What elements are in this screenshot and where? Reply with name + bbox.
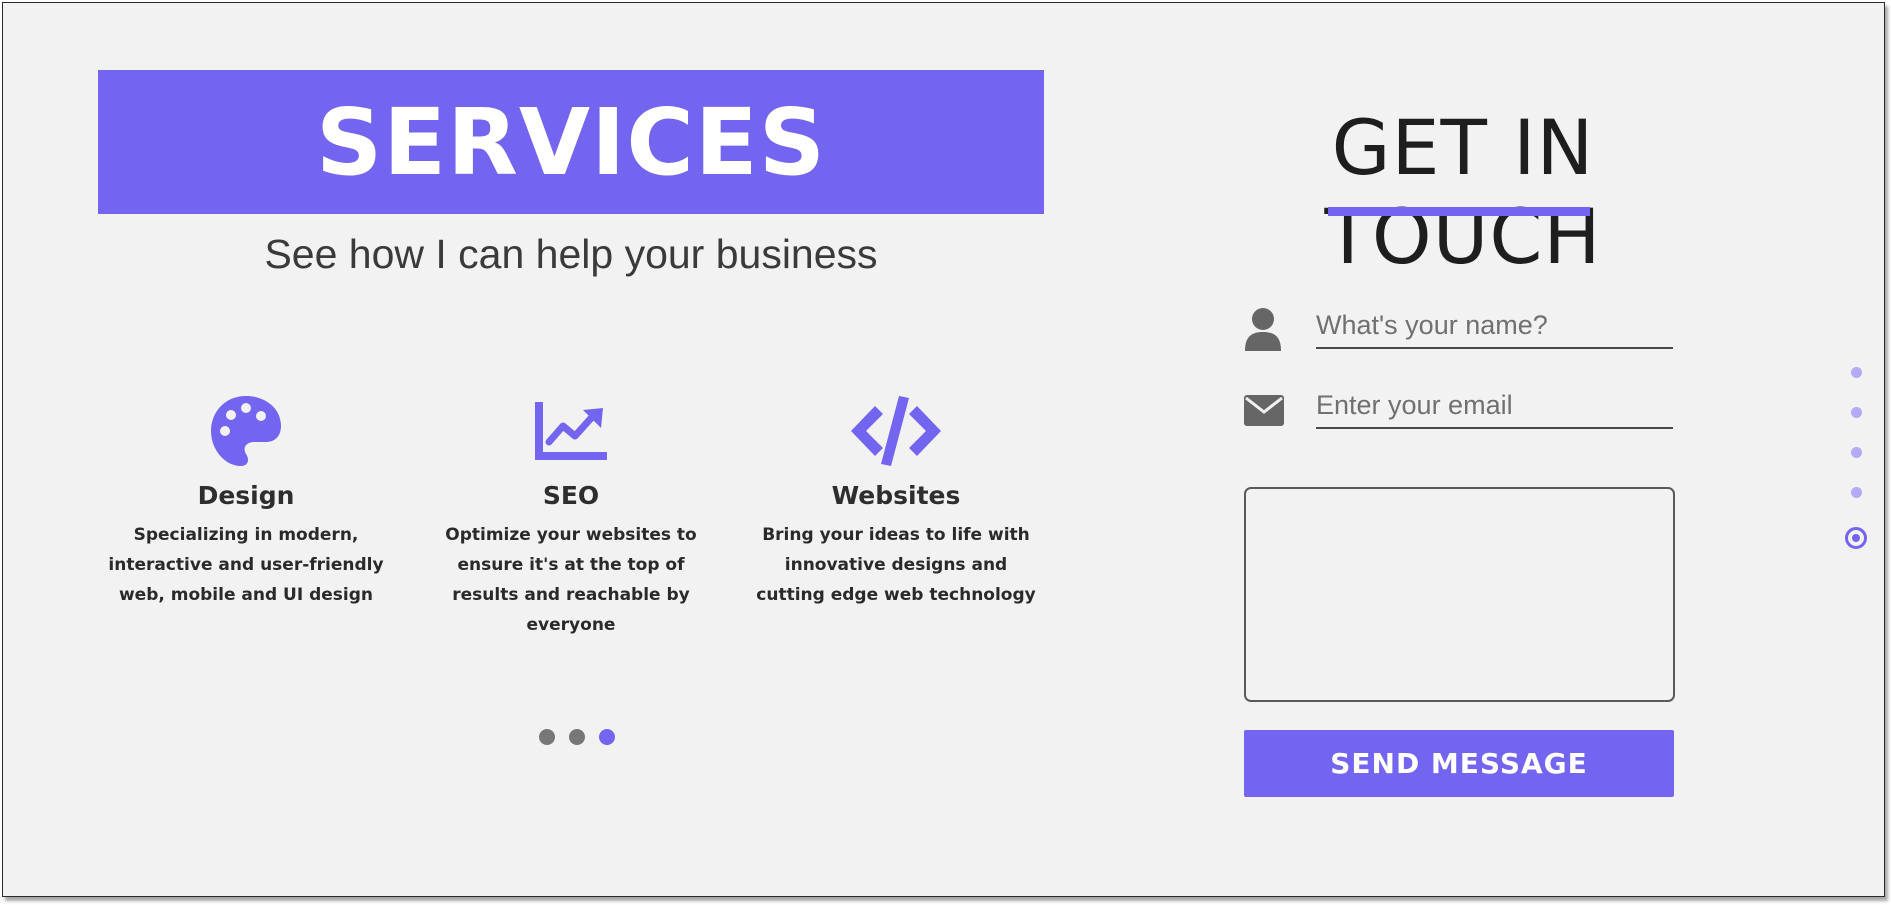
carousel-dot-active[interactable] (599, 729, 615, 745)
services-carousel-dots (539, 729, 615, 745)
code-icon (746, 393, 1046, 469)
service-description: Optimize your websites to ensure it's at… (445, 525, 697, 635)
service-card-design: Design Specializing in modern, interacti… (96, 393, 396, 610)
service-description: Bring your ideas to life with innovative… (756, 525, 1036, 605)
email-field (1243, 383, 1673, 433)
page-nav-dot[interactable] (1850, 487, 1862, 498)
page-nav-dots (1844, 367, 1868, 578)
send-message-button[interactable]: SEND MESSAGE (1244, 730, 1674, 797)
services-banner: SERVICES (98, 70, 1044, 214)
service-name: Websites (831, 481, 961, 510)
name-input[interactable] (1316, 303, 1673, 349)
service-card-seo: SEO Optimize your websites to ensure it'… (421, 393, 721, 640)
palette-icon (96, 393, 396, 469)
contact-title: GET IN TOUCH (1324, 103, 1602, 281)
services-title: SERVICES (315, 88, 826, 196)
message-textarea[interactable] (1244, 487, 1675, 702)
service-card-websites: Websites Bring your ideas to life with i… (746, 393, 1046, 610)
service-description: Specializing in modern, interactive and … (108, 525, 384, 605)
page-nav-dot[interactable] (1850, 367, 1862, 378)
service-name: Design (197, 481, 295, 510)
page-nav-dot[interactable] (1850, 447, 1862, 458)
services-subtitle: See how I can help your business (264, 231, 878, 277)
service-name: SEO (542, 481, 600, 510)
page-nav-dot-active[interactable] (1845, 527, 1867, 549)
email-input[interactable] (1316, 383, 1673, 429)
contact-title-underline (1328, 207, 1590, 216)
user-icon (1243, 307, 1283, 351)
carousel-dot[interactable] (539, 729, 555, 745)
envelope-icon (1243, 387, 1284, 431)
chart-line-icon (421, 393, 721, 469)
page-nav-dot[interactable] (1850, 407, 1862, 418)
page-frame: SERVICES See how I can help your busines… (2, 2, 1885, 897)
name-field (1243, 303, 1673, 353)
carousel-dot[interactable] (569, 729, 585, 745)
